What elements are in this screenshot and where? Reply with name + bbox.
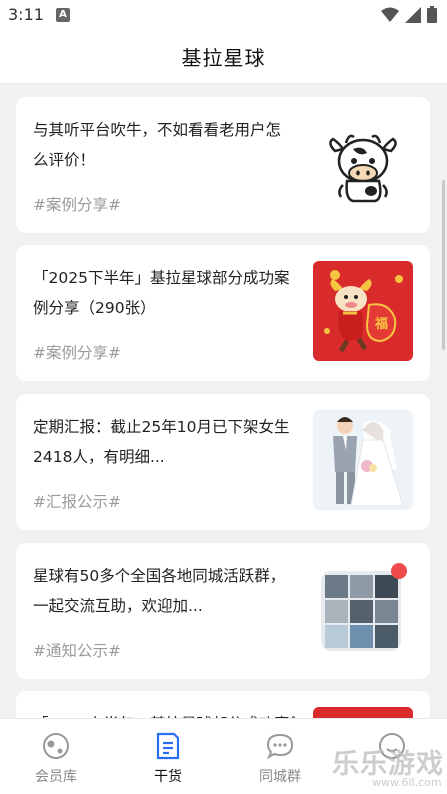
post-card[interactable]: 定期汇报：截止25年10月已下架女生2418人，有明细... #汇报公示# [16,394,430,530]
tab-label: 会员库 [35,769,77,785]
post-thumbnail: 福 [313,261,413,361]
post-thumbnail [313,113,413,213]
tab-label: 同城群 [259,769,301,785]
post-card[interactable]: 「2025下半年」基拉星球部分成功案例分享（290张） #案例分享# 福 [16,245,430,381]
post-thumbnail [313,707,413,718]
tab-articles[interactable]: 干货 [112,719,224,794]
post-tag[interactable]: #案例分享# [33,341,121,363]
post-card[interactable]: 「2025上半年」基拉星球部分成功案例分 [16,691,430,718]
cow-illustration [329,134,397,203]
svg-text:福: 福 [374,316,388,332]
scrollbar-thumb[interactable] [442,180,445,350]
status-icons [381,6,437,23]
post-title: 定期汇报：截止25年10月已下架女生2418人，有明细... [33,418,290,466]
post-tag[interactable]: #案例分享# [33,193,121,215]
post-tag[interactable]: #汇报公示# [33,490,121,512]
post-title: 「2025下半年」基拉星球部分成功案例分享（290张） [33,269,290,317]
tab-label: 干货 [154,769,182,785]
post-card[interactable]: 与其听平台吹牛，不如看看老用户怎么评价！ #案例分享# [16,97,430,233]
chat-icon [266,733,294,760]
post-title: 「2025上半年」基拉星球部分成功案例分 [33,709,295,718]
a-icon: A [56,8,70,22]
group-photo-grid-illustration [321,563,407,651]
post-tag[interactable]: #通知公示# [33,639,121,661]
post-feed[interactable]: 与其听平台吹牛，不如看看老用户怎么评价！ #案例分享# 「2025下半年」基拉星… [0,84,447,718]
post-thumbnail [313,559,413,659]
post-thumbnail [313,410,413,510]
post-card[interactable]: 星球有50多个全国各地同城活跃群，一起交流互助，欢迎加... #通知公示# [16,543,430,679]
page-title: 基拉星球 [181,46,266,70]
post-title: 星球有50多个全国各地同城活跃群，一起交流互助，欢迎加... [33,567,286,615]
article-icon [156,732,180,760]
post-title: 与其听平台吹牛，不如看看老用户怎么评价！ [33,121,282,169]
status-bar: 3:11 A [0,0,447,30]
signal-icon [405,6,421,23]
watermark-url: www.6ll.com [372,776,442,789]
member-icon [43,733,69,759]
status-time: 3:11 [8,5,44,24]
app-header: 基拉星球 [0,30,447,84]
tab-member-library[interactable]: 会员库 [0,719,112,794]
wedding-couple-illustration [313,410,413,510]
wifi-icon [381,7,399,22]
battery-icon [427,6,437,23]
lucky-ox-illustration: 福 [313,261,413,361]
tab-local-groups[interactable]: 同城群 [224,719,336,794]
poster-illustration [313,707,413,718]
